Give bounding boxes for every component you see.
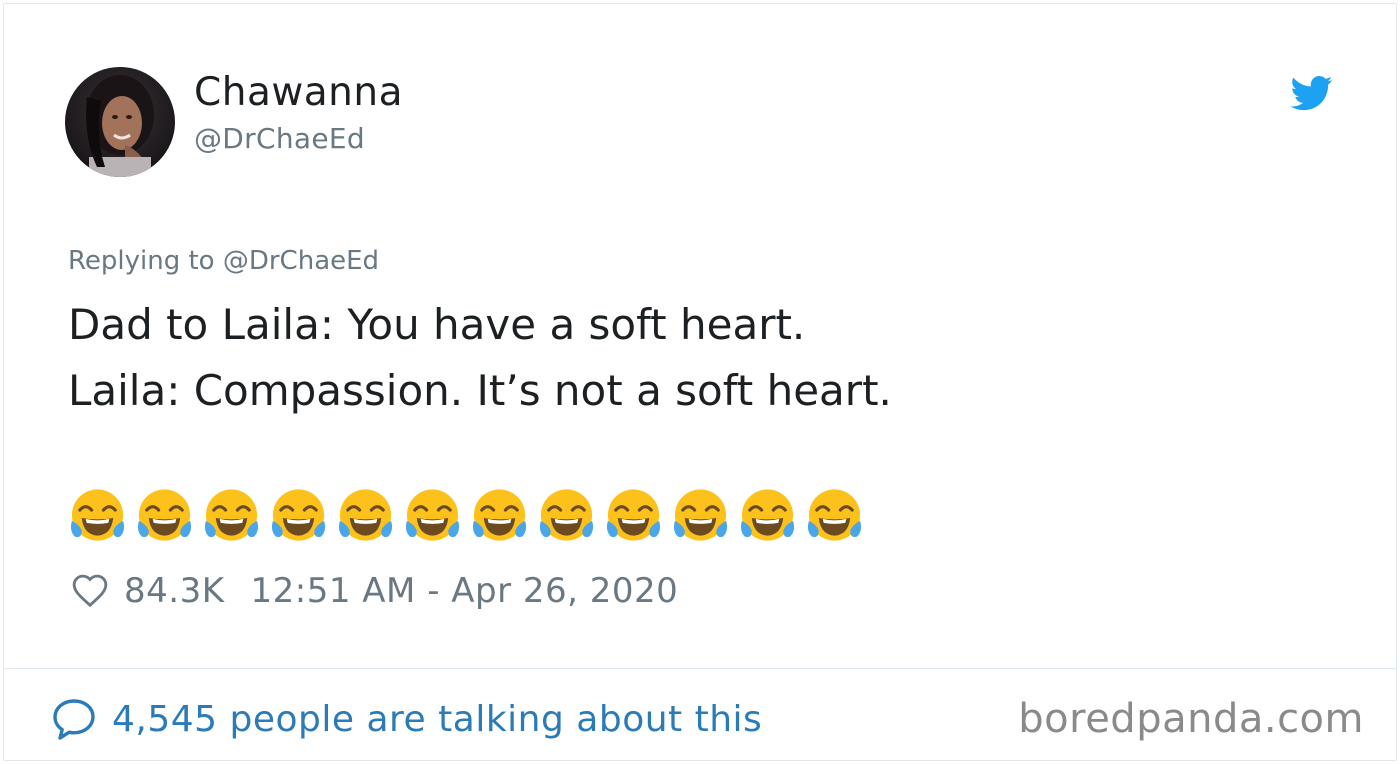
tears-of-joy-emoji-icon (271, 489, 326, 541)
twitter-bird-icon[interactable] (1288, 72, 1336, 114)
talking-count-text[interactable]: 4,545 people are talking about this (112, 699, 762, 740)
tweet-text-line: Dad to Laila: You have a soft heart. (68, 300, 806, 349)
tears-of-joy-emoji-icon (338, 489, 393, 541)
speech-bubble-icon (53, 699, 95, 740)
tweet-meta: 84.3K 12:51 AM - Apr 26, 2020 (70, 570, 678, 612)
conversation-link[interactable]: 4,545 people are talking about this (50, 694, 762, 744)
tears-of-joy-emoji-icon (137, 489, 192, 541)
tears-of-joy-emoji-icon (740, 489, 795, 541)
tweet-card: Chawanna @DrChaeEd Replying to @DrChaeEd… (3, 3, 1397, 761)
source-watermark: boredpanda.com (1018, 696, 1364, 742)
avatar-photo (65, 67, 175, 177)
tears-of-joy-emoji-icon (472, 489, 527, 541)
tears-of-joy-emoji-icon (807, 489, 862, 541)
footer-divider (4, 668, 1396, 669)
user-handle[interactable]: @DrChaeEd (194, 122, 365, 155)
tweet-text: Dad to Laila: You have a soft heart. Lai… (68, 292, 892, 424)
avatar[interactable] (65, 67, 175, 177)
tweet-timestamp[interactable]: 12:51 AM - Apr 26, 2020 (251, 571, 679, 611)
tears-of-joy-emoji-icon (405, 489, 460, 541)
like-count[interactable]: 84.3K (124, 571, 225, 611)
tears-of-joy-emoji-icon (70, 489, 125, 541)
tears-of-joy-emoji-icon (606, 489, 661, 541)
tears-of-joy-emoji-icon (673, 489, 728, 541)
tears-of-joy-emoji-icon (539, 489, 594, 541)
replying-to-label[interactable]: Replying to @DrChaeEd (68, 246, 379, 276)
tears-of-joy-emoji-icon (204, 489, 259, 541)
display-name[interactable]: Chawanna (194, 70, 403, 115)
tweet-text-line: Laila: Compassion. It’s not a soft heart… (68, 366, 892, 415)
emoji-row (68, 484, 864, 550)
heart-icon[interactable] (70, 572, 110, 610)
